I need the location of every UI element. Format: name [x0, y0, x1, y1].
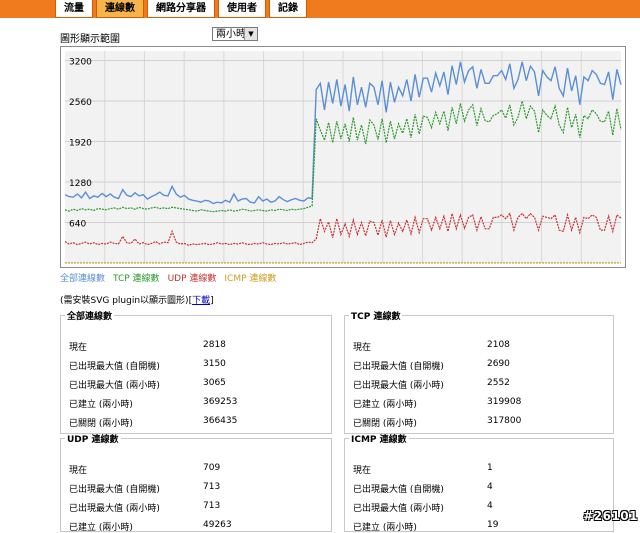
stats-tcp-label-1: 已出現最大值 (自開機) [353, 362, 444, 372]
y-tick-label: 1280 [69, 179, 92, 189]
stats-icmp-label-3: 已建立 (兩小時) [353, 523, 417, 533]
nav-tabs: 流量 連線數 網路分享器 使用者 記錄 [55, 0, 310, 18]
stats-tcp-value-0: 2108 [487, 340, 510, 350]
stats-all-label-4: 已關閉 (兩小時) [69, 419, 133, 429]
graph-range-label: 圖形顯示範圍 [60, 34, 120, 45]
stats-all-value-0: 2818 [203, 340, 226, 350]
y-tick-label: 2560 [69, 98, 92, 108]
stats-all-title: 全部連線數 [67, 312, 113, 322]
stats-tcp-box: TCP 連線數 現在 2108 已出現最大值 (自開機) 2690 已出現最大值… [344, 309, 614, 434]
stats-tcp-value-1: 2690 [487, 359, 510, 369]
stats-tcp-label-2: 已出現最大值 (兩小時) [353, 381, 444, 391]
chevron-down-icon[interactable]: ▼ [244, 28, 257, 40]
tab-logs[interactable]: 記錄 [269, 0, 307, 18]
y-tick-label: 3200 [69, 57, 92, 67]
stats-all-label-2: 已出現最大值 (兩小時) [69, 381, 160, 391]
stats-all-value-4: 366435 [203, 416, 238, 426]
svg-plugin-note: (需安裝SVG plugin以顯示圖形)[下載] [60, 296, 214, 306]
stats-udp-value-1: 713 [203, 482, 221, 492]
chart-svg: 3200 2560 1920 1280 640 [64, 51, 622, 264]
stats-all-value-1: 3150 [203, 359, 226, 369]
legend-udp: UDP 連線數 [167, 274, 217, 284]
stats-udp-label-3: 已建立 (兩小時) [69, 523, 133, 533]
stats-all-label-0: 現在 [69, 343, 88, 353]
stats-udp-value-0: 709 [203, 463, 221, 473]
stats-icmp-value-0: 1 [487, 463, 493, 473]
connections-chart: 3200 2560 1920 1280 640 [60, 46, 626, 268]
stats-udp-label-2: 已出現最大值 (兩小時) [69, 504, 160, 514]
stats-icmp-value-1: 4 [487, 482, 493, 492]
stats-tcp-value-2: 2552 [487, 378, 510, 388]
y-tick-label: 1920 [69, 138, 92, 148]
stats-icmp-title: ICMP 連線數 [351, 435, 407, 445]
stats-tcp-value-4: 317800 [487, 416, 522, 426]
stats-all-value-2: 3065 [203, 378, 226, 388]
stats-udp-title: UDP 連線數 [67, 435, 119, 445]
stats-all-value-3: 369253 [203, 397, 238, 407]
stats-all-label-1: 已出現最大值 (自開機) [69, 362, 160, 372]
stats-udp-label-0: 現在 [69, 466, 88, 476]
stats-udp-value-3: 49263 [203, 520, 232, 530]
range-select-value: 兩小時 [216, 29, 246, 40]
range-select[interactable]: 兩小時 ▼ [212, 27, 258, 41]
stats-icmp-value-3: 19 [487, 520, 499, 530]
tab-traffic[interactable]: 流量 [55, 0, 93, 18]
stats-udp-box: UDP 連線數 現在 709 已出現最大值 (自開機) 713 已出現最大值 (… [60, 432, 332, 533]
stats-all-label-3: 已建立 (兩小時) [69, 400, 133, 410]
stats-icmp-label-0: 現在 [353, 466, 372, 476]
stats-icmp-value-2: 4 [487, 501, 493, 511]
stats-tcp-label-3: 已建立 (兩小時) [353, 400, 417, 410]
stats-tcp-label-0: 現在 [353, 343, 372, 353]
tab-connections[interactable]: 連線數 [96, 0, 144, 18]
watermark: #26101 [583, 509, 638, 523]
stats-icmp-label-1: 已出現最大值 (自開機) [353, 485, 444, 495]
stats-tcp-title: TCP 連線數 [351, 312, 401, 322]
stats-icmp-box: ICMP 連線數 現在 1 已出現最大值 (自開機) 4 已出現最大值 (兩小時… [344, 432, 614, 533]
legend-tcp: TCP 連線數 [113, 274, 160, 284]
chart-legend: 全部連線數 TCP 連線數 UDP 連線數 ICMP 連線數 [60, 271, 276, 284]
tab-network-sharing[interactable]: 網路分享器 [147, 0, 215, 18]
stats-udp-value-2: 713 [203, 501, 221, 511]
stats-tcp-value-3: 319908 [487, 397, 522, 407]
stats-icmp-label-2: 已出現最大值 (兩小時) [353, 504, 444, 514]
stats-udp-label-1: 已出現最大值 (自開機) [69, 485, 160, 495]
legend-all: 全部連線數 [60, 274, 106, 284]
tab-users[interactable]: 使用者 [218, 0, 266, 18]
stats-tcp-label-4: 已關閉 (兩小時) [353, 419, 417, 429]
stats-all-box: 全部連線數 現在 2818 已出現最大值 (自開機) 3150 已出現最大值 (… [60, 309, 332, 434]
svg-note-text: (需安裝SVG plugin以顯示圖形) [60, 296, 189, 306]
download-link[interactable]: 下載 [192, 296, 210, 306]
y-tick-label: 640 [69, 219, 86, 229]
legend-icmp: ICMP 連線數 [224, 274, 277, 284]
